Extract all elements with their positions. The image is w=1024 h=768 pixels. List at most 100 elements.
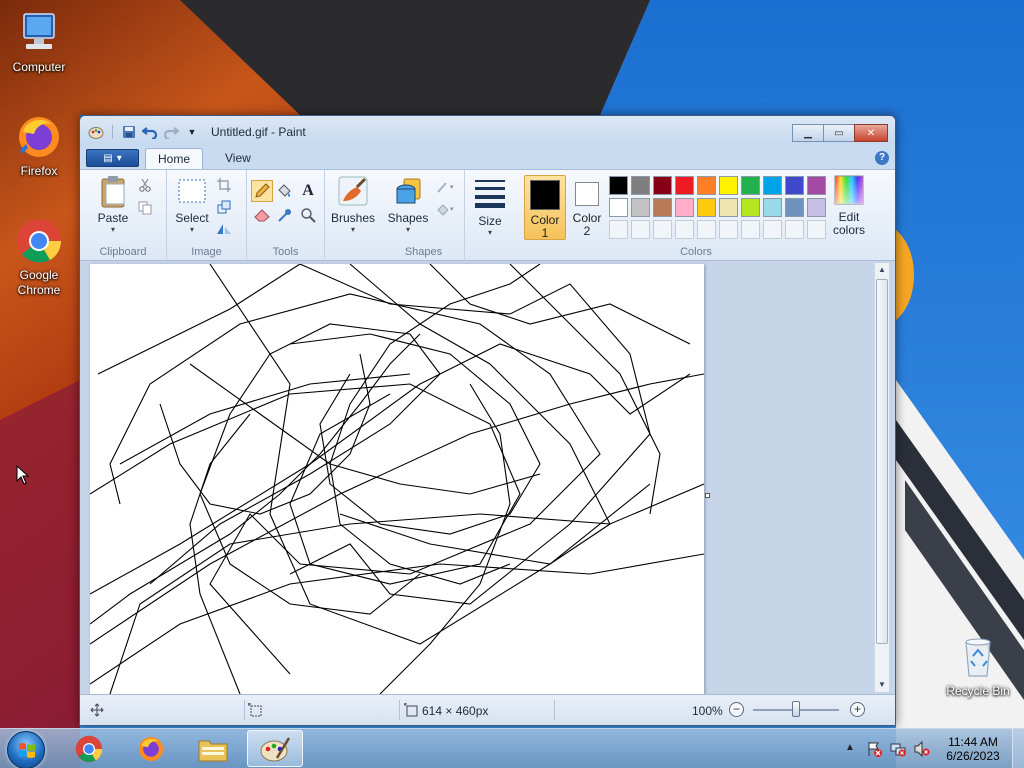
group-label-image: Image xyxy=(191,246,222,258)
start-button[interactable] xyxy=(7,731,45,768)
maximize-button[interactable]: ▭ xyxy=(823,124,855,142)
help-icon[interactable]: ? xyxy=(875,151,889,165)
rotate-icon[interactable] xyxy=(215,220,233,238)
canvas-workspace[interactable]: ▲ ▼ xyxy=(80,261,895,694)
color-swatch[interactable] xyxy=(675,176,694,195)
color-1-button[interactable]: Color 1 xyxy=(524,175,566,240)
desktop-icon-recycle-bin[interactable]: Recycle Bin xyxy=(936,632,1020,699)
tab-home[interactable]: Home xyxy=(145,148,204,170)
vertical-scrollbar[interactable]: ▲ ▼ xyxy=(874,263,889,692)
chevron-down-icon: ▾ xyxy=(110,225,115,234)
show-hidden-icons-icon[interactable]: ▲ xyxy=(845,742,861,758)
color-2-button[interactable]: Color 2 xyxy=(569,175,605,240)
zoom-in-button[interactable]: + xyxy=(850,702,865,717)
size-button[interactable]: Size ▾ xyxy=(470,178,510,237)
title-bar[interactable]: ▼ Untitled.gif - Paint ▁ ▭ ✕ xyxy=(80,116,895,146)
color-swatch[interactable] xyxy=(741,176,760,195)
minus-icon: − xyxy=(732,702,740,716)
zoom-slider-thumb[interactable] xyxy=(792,701,800,717)
clock-date: 6/26/2023 xyxy=(946,749,1000,763)
close-button[interactable]: ✕ xyxy=(854,124,888,142)
taskbar-file-explorer[interactable] xyxy=(185,730,241,767)
custom-color-slot[interactable] xyxy=(719,220,738,239)
color-swatch[interactable] xyxy=(697,198,716,217)
pencil-icon[interactable] xyxy=(251,180,273,202)
desktop-icon-chrome[interactable]: Google Chrome xyxy=(0,216,78,298)
custom-color-slot[interactable] xyxy=(785,220,804,239)
volume-muted-icon[interactable] xyxy=(914,740,930,758)
desktop-icon-computer[interactable]: Computer xyxy=(0,8,78,75)
customize-qat-icon[interactable]: ▼ xyxy=(184,124,200,140)
color-picker-icon[interactable] xyxy=(276,206,294,224)
fill-icon[interactable] xyxy=(275,182,293,200)
taskbar-paint[interactable] xyxy=(247,730,303,767)
canvas-resize-handle[interactable] xyxy=(705,493,710,498)
custom-color-slot[interactable] xyxy=(675,220,694,239)
paint-menu-button[interactable]: ▤ ▾ xyxy=(86,149,139,167)
taskbar-chrome[interactable] xyxy=(61,730,117,767)
eraser-icon[interactable] xyxy=(253,206,271,224)
color-swatch[interactable] xyxy=(719,198,738,217)
computer-icon xyxy=(14,8,64,58)
zoom-out-button[interactable]: − xyxy=(729,702,744,717)
scrollbar-thumb[interactable] xyxy=(876,279,888,644)
network-icon[interactable] xyxy=(890,741,906,757)
image-size-text: 614 × 460px xyxy=(422,704,489,718)
color-swatch[interactable] xyxy=(719,176,738,195)
outline-icon[interactable]: ▾ xyxy=(435,178,461,196)
scroll-down-icon[interactable]: ▼ xyxy=(875,678,889,692)
custom-color-slot[interactable] xyxy=(653,220,672,239)
save-icon[interactable] xyxy=(121,124,137,140)
color-swatch[interactable] xyxy=(763,198,782,217)
tab-view[interactable]: View xyxy=(213,148,263,170)
color-swatch[interactable] xyxy=(807,176,826,195)
custom-color-slot[interactable] xyxy=(763,220,782,239)
redo-icon[interactable] xyxy=(163,124,179,140)
copy-icon[interactable] xyxy=(136,199,154,217)
custom-color-slot[interactable] xyxy=(741,220,760,239)
shapes-button[interactable]: Shapes ▾ xyxy=(386,175,430,234)
color-swatch[interactable] xyxy=(609,198,628,217)
paint-window[interactable]: ▼ Untitled.gif - Paint ▁ ▭ ✕ ▤ ▾ Home Vie… xyxy=(79,115,896,726)
color-swatch[interactable] xyxy=(631,176,650,195)
desktop-icon-firefox[interactable]: Firefox xyxy=(0,112,78,179)
taskbar-firefox[interactable] xyxy=(123,730,179,767)
color-swatch[interactable] xyxy=(675,198,694,217)
scroll-up-icon[interactable]: ▲ xyxy=(875,263,889,277)
minimize-button[interactable]: ▁ xyxy=(792,124,824,142)
brushes-button[interactable]: Brushes ▾ xyxy=(331,175,375,234)
color-swatch[interactable] xyxy=(609,176,628,195)
edit-colors-button[interactable]: Edit colors xyxy=(828,175,870,237)
magnifier-icon[interactable] xyxy=(299,206,317,224)
undo-icon[interactable] xyxy=(142,124,158,140)
custom-color-slot[interactable] xyxy=(807,220,826,239)
cut-icon[interactable] xyxy=(136,176,154,194)
shapes-group: Shapes ▾ ▾ ▾ Shapes xyxy=(383,170,465,261)
color-swatch[interactable] xyxy=(807,198,826,217)
color-swatch[interactable] xyxy=(631,198,650,217)
color-swatch[interactable] xyxy=(785,176,804,195)
show-desktop-button[interactable] xyxy=(1012,729,1024,768)
drawing-canvas[interactable] xyxy=(90,264,704,694)
text-icon[interactable]: A xyxy=(299,182,317,200)
crop-icon[interactable] xyxy=(215,176,233,194)
color-swatch[interactable] xyxy=(763,176,782,195)
custom-color-slot[interactable] xyxy=(631,220,650,239)
fill-shape-icon[interactable]: ▾ xyxy=(435,200,461,218)
select-button[interactable]: Select ▾ xyxy=(172,175,212,234)
action-center-icon[interactable] xyxy=(866,741,882,757)
resize-icon[interactable] xyxy=(215,198,233,216)
custom-color-slot[interactable] xyxy=(609,220,628,239)
zoom-level: 100% xyxy=(692,704,723,718)
menu-icon: ▤ xyxy=(103,152,113,164)
color-swatch[interactable] xyxy=(653,198,672,217)
paste-button[interactable]: Paste ▾ xyxy=(92,175,134,234)
color-swatch[interactable] xyxy=(741,198,760,217)
paint-app-icon[interactable] xyxy=(88,124,104,140)
custom-color-slot[interactable] xyxy=(697,220,716,239)
color-swatch[interactable] xyxy=(785,198,804,217)
color-swatch[interactable] xyxy=(653,176,672,195)
svg-text:▾: ▾ xyxy=(450,184,454,191)
color-swatch[interactable] xyxy=(697,176,716,195)
system-clock[interactable]: 11:44 AM 6/26/2023 xyxy=(940,735,1006,763)
